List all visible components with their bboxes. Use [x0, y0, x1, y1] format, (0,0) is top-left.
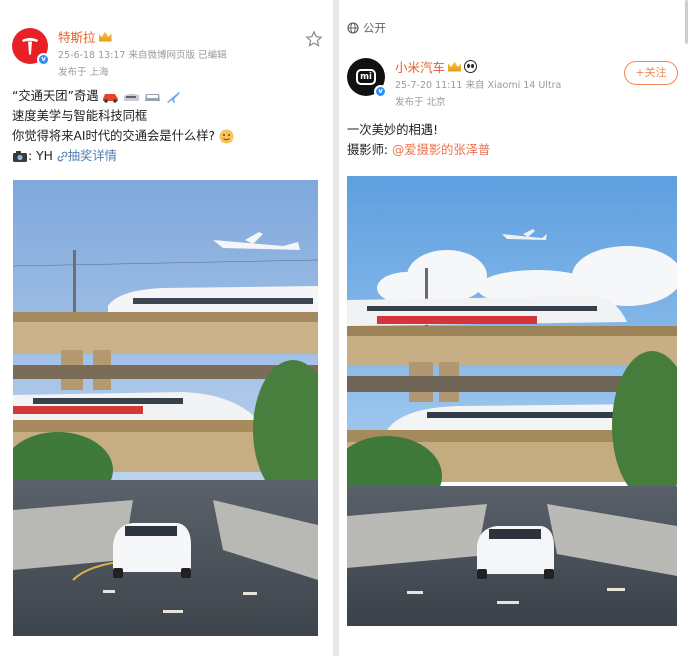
- right-source: 来自 Xiaomi 14 Ultra: [465, 80, 562, 91]
- right-line1: 一次美妙的相遇!: [347, 123, 439, 137]
- panda-icon: [464, 60, 478, 73]
- globe-icon: [347, 22, 359, 34]
- visibility-indicator: 公开: [347, 20, 386, 36]
- left-username[interactable]: 特斯拉: [58, 27, 96, 46]
- right-avatar[interactable]: mi v: [347, 58, 387, 98]
- left-line2: 速度美学与智能科技同框: [12, 109, 148, 123]
- smile-emoji-icon: [219, 129, 234, 144]
- camera-icon: [13, 151, 27, 162]
- right-username[interactable]: 小米汽车: [395, 57, 445, 76]
- right-post-header: mi v 小米汽车 25-7-20 11:11 来自 Xiaomi 14 Ult…: [347, 58, 561, 108]
- visibility-label: 公开: [363, 21, 386, 35]
- left-edited[interactable]: 已编辑: [198, 50, 227, 61]
- verified-badge-icon: v: [374, 85, 387, 98]
- car-emoji-icon: [103, 93, 119, 103]
- comparison-screenshot: v 特斯拉 25-6-18 13:17 来自微博网页版 已编辑 发布于 上海 “…: [0, 0, 690, 656]
- photographer-mention[interactable]: @爱摄影的张泽普: [392, 143, 490, 157]
- left-avatar[interactable]: v: [12, 28, 50, 66]
- scrollbar[interactable]: [685, 0, 688, 44]
- verified-badge-icon: v: [37, 53, 50, 66]
- left-post-photo[interactable]: [13, 180, 318, 636]
- link-icon: [57, 151, 68, 162]
- right-location: 发布于 北京: [395, 97, 446, 108]
- photographer-label: 摄影师:: [347, 143, 389, 157]
- left-timestamp[interactable]: 25-6-18 13:17: [58, 50, 125, 61]
- right-post-body: 一次美妙的相遇! 摄影师: @爱摄影的张泽普: [347, 120, 490, 160]
- left-line1-quote: “交通天团”: [12, 89, 74, 103]
- lottery-link[interactable]: 抽奖详情: [57, 149, 117, 163]
- airplane-emoji-icon: [167, 91, 181, 103]
- left-location: 发布于 上海: [58, 67, 109, 78]
- crown-icon: [448, 61, 462, 72]
- left-post-body: “交通天团”奇遇 速度美学与智能科技同框 你觉得将来AI时代的交通会是什么样? …: [12, 86, 234, 166]
- lottery-link-label: 抽奖详情: [67, 149, 117, 163]
- follow-button[interactable]: +关注: [624, 61, 678, 85]
- crown-icon: [98, 31, 112, 42]
- xiaomi-logo-icon: mi: [356, 69, 376, 85]
- left-source: 来自微博网页版: [128, 50, 196, 61]
- right-timestamp[interactable]: 25-7-20 11:11: [395, 80, 462, 91]
- favorite-star-icon[interactable]: [305, 30, 323, 48]
- high-speed-train-emoji-icon: [124, 93, 140, 101]
- right-post-photo[interactable]: [347, 176, 677, 626]
- train-emoji-icon: [145, 93, 161, 101]
- left-line1-rest: 奇遇: [73, 89, 99, 103]
- left-line3: 你觉得将来AI时代的交通会是什么样?: [12, 129, 216, 143]
- left-credit-name: YH: [36, 149, 53, 163]
- left-post-header: v 特斯拉 25-6-18 13:17 来自微博网页版 已编辑 发布于 上海: [12, 28, 227, 78]
